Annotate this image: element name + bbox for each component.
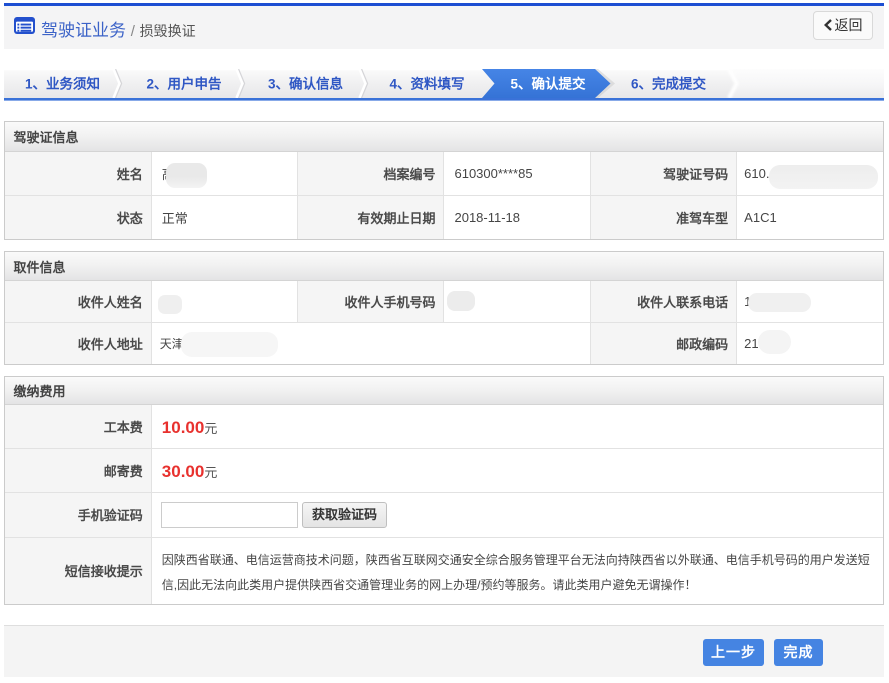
svg-text:1、业务须知: 1、业务须知 bbox=[25, 76, 100, 92]
svg-text:2、用户申告: 2、用户申告 bbox=[146, 76, 221, 92]
svg-text:4、资料填写: 4、资料填写 bbox=[389, 76, 464, 92]
svg-text:5、确认提交: 5、确认提交 bbox=[510, 76, 586, 92]
svg-text:6、完成提交: 6、完成提交 bbox=[631, 76, 707, 92]
svg-text:3、确认信息: 3、确认信息 bbox=[268, 76, 344, 92]
